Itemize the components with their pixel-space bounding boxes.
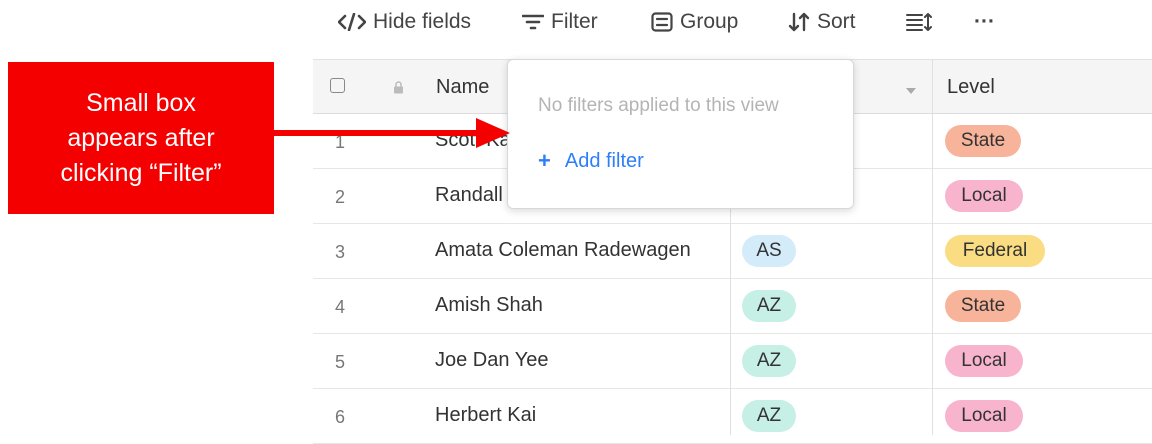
- name-cell[interactable]: Herbert Kai: [435, 404, 536, 427]
- row-height-button[interactable]: [906, 9, 932, 35]
- sort-icon: [788, 12, 810, 32]
- state-pill[interactable]: AZ: [742, 290, 796, 322]
- row-number: 3: [335, 242, 346, 262]
- view-toolbar: Hide fields Filter Group Sort ···: [300, 0, 1152, 44]
- level-pill[interactable]: Federal: [945, 235, 1045, 267]
- group-icon: [651, 12, 673, 32]
- group-button[interactable]: Group: [651, 9, 738, 35]
- name-cell[interactable]: Joe Dan Yee: [435, 349, 548, 372]
- table-row[interactable]: 5 Joe Dan Yee AZ Local: [313, 334, 1152, 389]
- state-pill[interactable]: AZ: [742, 345, 796, 377]
- level-pill[interactable]: Local: [945, 180, 1023, 212]
- row-number: 5: [335, 352, 346, 372]
- filter-icon: [522, 13, 544, 31]
- level-pill[interactable]: State: [945, 290, 1021, 322]
- no-filters-text: No filters applied to this view: [538, 95, 779, 116]
- column-header-level[interactable]: Level: [947, 76, 995, 99]
- level-pill[interactable]: Local: [945, 400, 1023, 432]
- column-divider: [932, 59, 933, 435]
- add-filter-label: Add filter: [564, 149, 644, 172]
- table-row[interactable]: 6 Herbert Kai AZ Local: [313, 389, 1152, 444]
- table-row[interactable]: 4 Amish Shah AZ State: [313, 279, 1152, 334]
- group-label: Group: [680, 10, 739, 33]
- column-header-name[interactable]: Name: [436, 76, 489, 99]
- name-cell[interactable]: Amish Shah: [435, 294, 543, 317]
- level-pill[interactable]: State: [945, 125, 1021, 157]
- state-pill[interactable]: AZ: [742, 400, 796, 432]
- hide-fields-label: Hide fields: [373, 10, 472, 33]
- row-number: 4: [335, 297, 346, 317]
- filter-label: Filter: [551, 10, 598, 33]
- column-dropdown-icon[interactable]: [906, 82, 916, 100]
- annotation-line: appears after: [67, 123, 215, 152]
- table-row[interactable]: 3 Amata Coleman Radewagen AS Federal: [313, 224, 1152, 279]
- more-icon: ···: [974, 10, 995, 33]
- annotation-line: Small box: [86, 88, 196, 117]
- hide-fields-button[interactable]: Hide fields: [338, 9, 471, 35]
- state-pill[interactable]: AS: [742, 235, 796, 267]
- annotation-callout: Small box appears after clicking “Filter…: [8, 62, 274, 214]
- annotation-arrow-icon: [274, 118, 510, 148]
- name-cell[interactable]: Amata Coleman Radewagen: [435, 239, 691, 262]
- filter-popup: No filters applied to this view + Add fi…: [507, 59, 854, 209]
- sort-button[interactable]: Sort: [788, 9, 856, 35]
- select-all-checkbox[interactable]: [330, 78, 345, 93]
- filter-button[interactable]: Filter: [522, 9, 598, 35]
- plus-icon: +: [538, 148, 551, 173]
- level-pill[interactable]: Local: [945, 345, 1023, 377]
- name-cell[interactable]: Randall: [435, 184, 503, 207]
- lock-icon: [393, 81, 404, 99]
- row-number: 6: [335, 407, 346, 427]
- row-number: 2: [335, 187, 346, 207]
- more-options-button[interactable]: ···: [974, 9, 995, 35]
- annotation-line: clicking “Filter”: [60, 158, 222, 187]
- row-height-icon: [906, 12, 932, 32]
- sort-label: Sort: [817, 10, 856, 33]
- hide-fields-icon: [338, 13, 366, 31]
- add-filter-button[interactable]: + Add filter: [538, 148, 644, 174]
